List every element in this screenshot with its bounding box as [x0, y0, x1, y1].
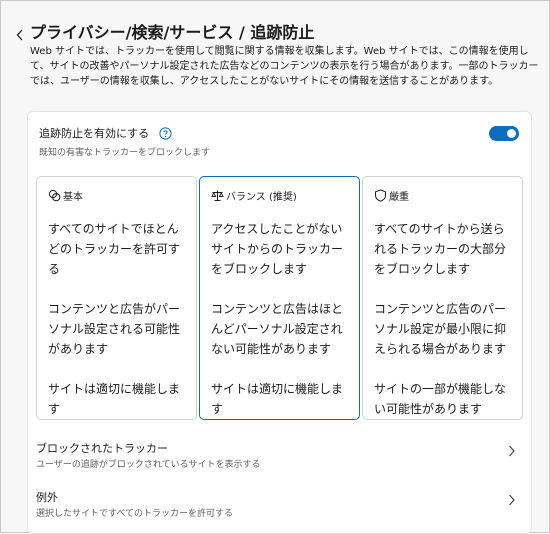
help-icon[interactable]: [159, 126, 172, 140]
level-basic-card[interactable]: 基本 すべてのサイトでほとんどのトラッカーを許可する コンテンツと広告がパーソナ…: [36, 176, 197, 420]
level-basic-header: 基本: [48, 188, 83, 203]
scales-icon: [211, 190, 224, 201]
level-balanced-header: バランス (推奨): [211, 188, 297, 203]
blocked-trackers-sub: ユーザーの追跡がブロックされているサイトを表示する: [36, 460, 261, 470]
chevron-right-icon: [507, 493, 515, 507]
toggle-title-row: 追跡防止を有効にする: [39, 125, 172, 141]
level-basic-name: 基本: [63, 192, 83, 203]
level-basic-line-3: サイトは適切に機能します: [48, 382, 181, 416]
level-balanced-line-3: サイトは適切に機能します: [211, 382, 344, 416]
exceptions-sub: 選択したサイトですべてのトラッカーを許可する: [36, 509, 234, 519]
circles-icon: [48, 189, 61, 202]
page-title: プライバシー/検索/サービス / 追跡防止: [30, 23, 315, 42]
level-strict-line-1: すべてのサイトから送られるトラッカーの大部分をブロックします: [374, 222, 507, 276]
back-chevron-icon[interactable]: [14, 28, 26, 42]
level-strict-header: 厳重: [374, 188, 409, 203]
prevention-levels: 基本 すべてのサイトでほとんどのトラッカーを許可する コンテンツと広告がパーソナ…: [36, 176, 525, 420]
toggle-label: 追跡防止を有効にする: [39, 127, 150, 140]
level-basic-line-1: すべてのサイトでほとんどのトラッカーを許可する: [48, 222, 181, 276]
blocked-trackers-title: ブロックされたトラッカー: [36, 442, 168, 455]
level-strict-card[interactable]: 厳重 すべてのサイトから送られるトラッカーの大部分をブロックします コンテンツと…: [362, 176, 523, 420]
level-balanced-line-1: アクセスしたことがないサイトからのトラッカーをブロックします: [211, 222, 344, 276]
level-basic-line-2: コンテンツと広告がパーソナル設定される可能性があります: [48, 302, 181, 356]
level-balanced-description: アクセスしたことがないサイトからのトラッカーをブロックします コンテンツと広告は…: [211, 219, 351, 439]
level-basic-description: すべてのサイトでほとんどのトラッカーを許可する コンテンツと広告がパーソナル設定…: [48, 219, 188, 439]
tracking-prevention-toggle[interactable]: [489, 126, 519, 141]
level-balanced-name: バランス (推奨): [226, 192, 297, 203]
page-description: Web サイトでは、トラッカーを使用して閲覧に関する情報を収集します。Web サ…: [30, 46, 539, 87]
level-balanced-line-2: コンテンツと広告はほとんどパーソナル設定されない可能性があります: [211, 302, 344, 356]
exceptions-row[interactable]: 例外 選択したサイトですべてのトラッカーを許可する: [28, 489, 531, 529]
shield-icon: [375, 189, 386, 202]
settings-page: プライバシー/検索/サービス / 追跡防止 Web サイトでは、トラッカーを使用…: [0, 0, 550, 534]
level-strict-line-2: コンテンツと広告のパーソナル設定が最小限に抑えられる場合があります: [374, 302, 507, 356]
level-strict-description: すべてのサイトから送られるトラッカーの大部分をブロックします コンテンツと広告の…: [374, 219, 514, 439]
level-balanced-card[interactable]: バランス (推奨) アクセスしたことがないサイトからのトラッカーをブロックします…: [199, 176, 360, 420]
toggle-sublabel: 既知の有害なトラッカーをブロックします: [39, 148, 211, 158]
level-strict-line-3: サイトの一部が機能しない可能性があります: [374, 382, 507, 416]
level-strict-name: 厳重: [389, 192, 409, 203]
blocked-trackers-row[interactable]: ブロックされたトラッカー ユーザーの追跡がブロックされているサイトを表示する: [28, 440, 531, 480]
chevron-right-icon: [507, 444, 515, 458]
tracking-prevention-card: 追跡防止を有効にする 既知の有害なトラッカーをブロックします 基本 すべてのサイ…: [27, 111, 532, 534]
exceptions-title: 例外: [36, 491, 58, 504]
toggle-knob: [507, 129, 516, 138]
